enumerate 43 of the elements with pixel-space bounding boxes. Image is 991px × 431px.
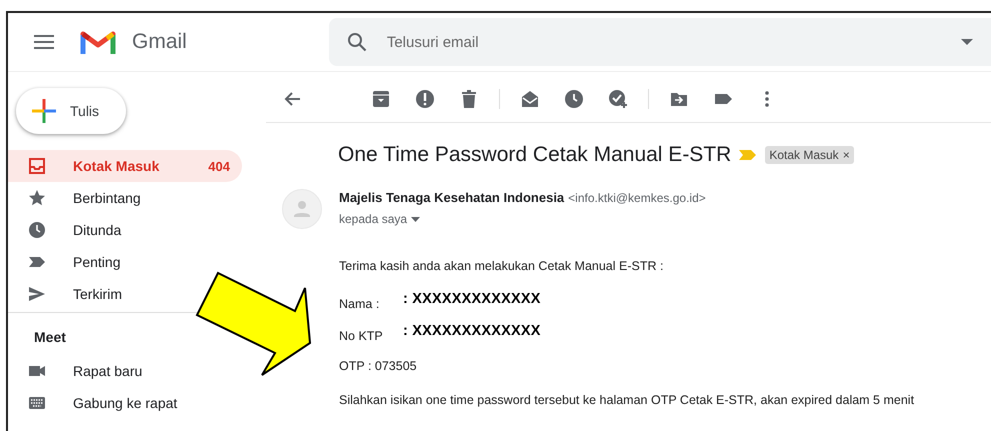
field-value: : XXXXXXXXXXXXX — [403, 323, 541, 339]
archive-icon[interactable] — [371, 89, 391, 109]
nav-icon — [28, 285, 46, 303]
field-value: : XXXXXXXXXXXXX — [403, 291, 541, 307]
otp-text: OTP : 073505 — [339, 359, 417, 373]
label-text: Kotak Masuk — [769, 148, 839, 162]
search-icon[interactable] — [346, 32, 367, 52]
compose-button[interactable]: Tulis — [16, 88, 126, 134]
nav-icon — [28, 221, 46, 239]
body-text: Terima kasih anda akan melakukan Cetak Manual E-STR : — [339, 259, 664, 273]
meet-item[interactable]: Rapat baru — [8, 355, 266, 387]
caret-icon[interactable] — [961, 39, 973, 45]
app-name: Gmail — [132, 30, 187, 54]
sidebar-item[interactable]: Ditunda — [8, 214, 134, 246]
recipient-text: kepada saya — [339, 212, 408, 226]
email-subject: One Time Password Cetak Manual E-STR — [338, 143, 732, 167]
keyboard-icon — [28, 394, 46, 412]
search-field[interactable]: Telusuri email — [384, 32, 961, 52]
search-bar[interactable]: Telusuri email — [328, 18, 991, 66]
caret-icon[interactable] — [411, 216, 420, 222]
field-label: No KTP — [339, 328, 384, 343]
plus-icon — [32, 99, 56, 123]
nav-icon — [28, 157, 46, 175]
importance-marker-icon[interactable] — [739, 149, 758, 161]
menu-icon[interactable] — [34, 35, 54, 49]
sender-email: <info.ktki@kemkes.go.id> — [568, 191, 706, 205]
meet-item[interactable]: Gabung ke rapat — [8, 387, 266, 419]
sidebar-item[interactable]: Kotak Masuk 404 — [8, 150, 242, 182]
field-label: Nama : — [339, 296, 380, 311]
sidebar-item[interactable]: Penting — [8, 246, 132, 278]
clock-icon[interactable] — [564, 89, 584, 109]
check-plus-icon[interactable] — [608, 89, 628, 109]
envelope-icon[interactable] — [520, 89, 540, 109]
avatar-icon — [282, 189, 322, 229]
section-title: Meet — [34, 329, 66, 345]
remove-label-button[interactable]: × — [842, 148, 850, 162]
body-text: Silahkan isikan one time password tersebut ke halaman OTP Cetak E-STR, akan expired dalam 5 menit — [339, 393, 914, 407]
sidebar-item[interactable]: Terkirim — [8, 278, 134, 310]
sidebar-item[interactable]: Berbintang — [8, 182, 153, 214]
nav-icon — [28, 189, 46, 207]
trash-icon[interactable] — [459, 89, 479, 109]
sender-name: Majelis Tenaga Kesehatan Indonesia — [339, 190, 564, 205]
exclamation-icon[interactable] — [415, 89, 435, 109]
